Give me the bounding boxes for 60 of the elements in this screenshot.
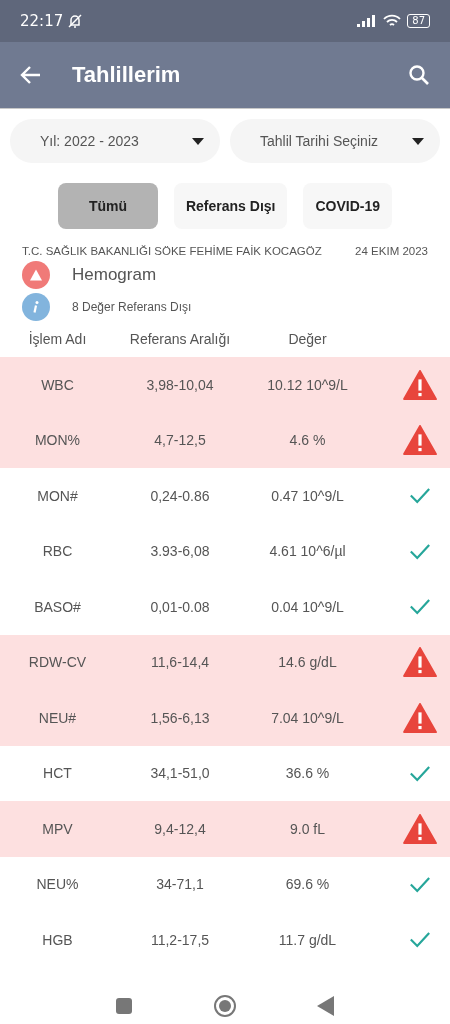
reference-range: 1,56-6,13 [149,709,211,726]
search-icon[interactable] [408,64,430,86]
wifi-icon [383,14,402,28]
test-name: HGB [41,931,74,948]
test-name: WBC [40,376,75,393]
back-icon[interactable] [317,995,335,1016]
test-name: RDW-CV [27,654,88,671]
battery-icon: 87 [407,14,430,28]
test-name: BASO# [33,598,82,615]
reference-range: 3,98-10,04 [145,376,215,393]
caret-icon [192,137,204,145]
warning-badge-icon [22,261,50,289]
reference-range: 0,24-0.86 [149,487,211,504]
filter-tab[interactable]: COVID-19 [303,183,393,229]
result-value: 0.47 10^9/L [270,487,345,504]
result-value: 69.6 % [284,876,331,893]
report-date: 24 EKIM 2023 [355,245,428,257]
screen-title: Tahlillerim [72,62,182,88]
reference-range: 0,01-0.08 [149,598,211,615]
dropdown[interactable]: Tahlil Tarihi Seçiniz [230,119,440,163]
info-icon [22,293,50,321]
home-icon[interactable] [213,993,237,1018]
filter-tab[interactable]: Tümü [57,183,158,229]
reference-range: 34-71,1 [155,876,205,893]
reference-range: 34,1-51,0 [149,765,211,782]
dropdown[interactable]: Yıl: 2022 - 2023 [10,119,220,163]
clock: 22:17 [20,12,64,30]
test-name: MPV [41,820,74,837]
test-name: MON# [36,487,79,504]
institution-name: T.C. SAĞLIK BAKANLIĞI SÖKE FEHİME FAİK KOCAGÖZ [22,245,322,257]
test-name: MON% [33,432,82,449]
reference-range: 4,7-12,5 [153,432,207,449]
caret-icon [412,137,424,145]
filter-tab[interactable]: Referans Dışı [173,183,288,229]
result-value: 0.04 10^9/L [270,598,345,615]
test-name: NEU% [35,876,80,893]
test-name: HCT [42,765,73,782]
result-value: 10.12 10^9/L [266,376,349,393]
test-name: RBC [41,543,74,560]
summary-text: 8 Değer Referans Dışı [72,300,192,314]
back-arrow-icon[interactable] [20,65,42,85]
result-value: 4.6 % [288,432,327,449]
muted-bell-icon [67,13,84,29]
recents-icon[interactable] [115,996,133,1015]
result-value: 14.6 g/dL [277,654,338,671]
reference-range: 3.93-6,08 [149,543,211,560]
result-value: 11.7 g/dL [277,931,338,948]
result-value: 9.0 fL [289,820,326,837]
result-value: 7.04 10^9/L [270,709,345,726]
reference-range: 11,2-17,5 [149,931,211,948]
reference-range: 11,6-14,4 [149,654,211,671]
column-header: Değer [287,331,328,347]
reference-range: 9,4-12,4 [153,820,207,837]
test-name: NEU# [37,709,78,726]
column-header: Referans Aralığı [128,331,232,347]
result-value: 36.6 % [284,765,331,782]
result-value: 4.61 10^6/µl [268,543,347,560]
test-title: Hemogram [72,265,157,285]
signal-icon [357,15,378,27]
column-header: İşlem Adı [27,331,88,347]
